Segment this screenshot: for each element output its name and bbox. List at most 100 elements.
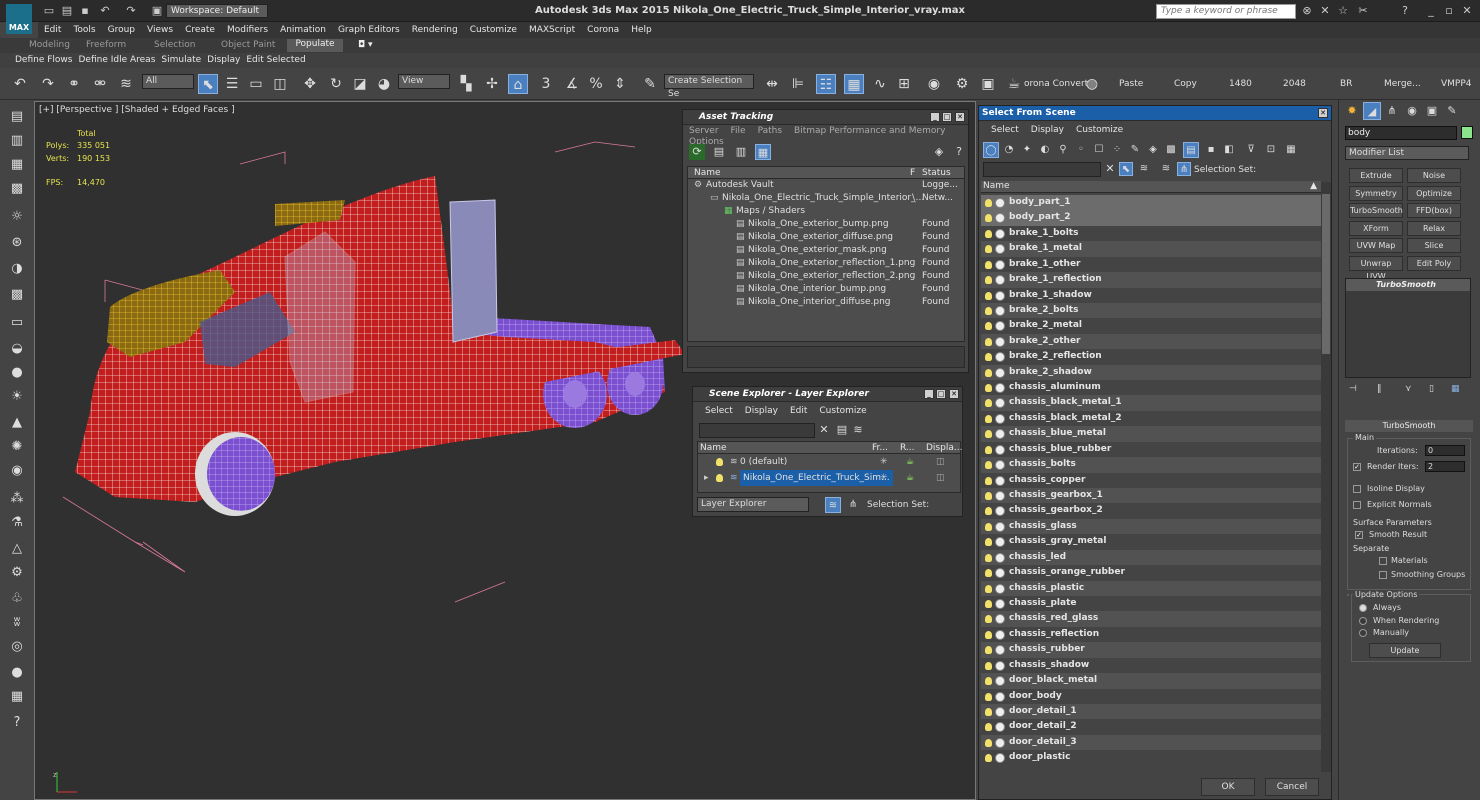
bulb-icon[interactable] bbox=[985, 199, 992, 207]
bulb-icon[interactable] bbox=[985, 384, 992, 393]
modifier-list-dropdown[interactable]: Modifier List bbox=[1345, 146, 1469, 160]
renderable-icon[interactable] bbox=[995, 213, 1005, 224]
modifier-button-optimize[interactable]: Optimize bbox=[1407, 185, 1461, 201]
bulb-icon[interactable] bbox=[985, 492, 992, 501]
minimize-icon[interactable]: _ bbox=[930, 112, 940, 122]
bulb-icon[interactable] bbox=[985, 630, 992, 639]
object-row[interactable]: chassis_orange_rubber bbox=[981, 565, 1321, 580]
display-frozen-icon[interactable]: ▩ bbox=[1163, 142, 1179, 158]
close-icon[interactable]: ✕ bbox=[1460, 4, 1474, 17]
tools-icon[interactable]: ✕ bbox=[1318, 4, 1332, 17]
edit-selected-button[interactable]: Edit Selected bbox=[243, 53, 308, 65]
col-f[interactable]: F bbox=[910, 168, 915, 178]
table-icon[interactable]: ▦ bbox=[8, 688, 26, 706]
menu-help[interactable]: Help bbox=[625, 22, 658, 35]
dynamics-icon[interactable]: ⚗ bbox=[8, 514, 26, 532]
object-row[interactable]: chassis_black_metal_1 bbox=[981, 395, 1321, 411]
bulb-icon[interactable] bbox=[985, 229, 992, 238]
when-rendering-radio[interactable] bbox=[1359, 617, 1367, 625]
asset-row[interactable]: ▭ Nikola_One_Electric_Truck_Simple_Interi… bbox=[688, 192, 964, 205]
renderable-icon[interactable] bbox=[995, 198, 1005, 208]
display-containers-icon[interactable]: ◈ bbox=[1145, 142, 1161, 158]
object-row[interactable]: chassis_blue_metal bbox=[981, 426, 1321, 442]
object-row[interactable]: chassis_gray_metal bbox=[981, 534, 1321, 549]
renderable-icon[interactable] bbox=[995, 367, 1005, 378]
menu-views[interactable]: Views bbox=[141, 22, 179, 35]
renderable-icon[interactable] bbox=[995, 660, 1005, 671]
object-row[interactable]: body_part_2 bbox=[981, 210, 1321, 226]
display-groups-icon[interactable]: ☐ bbox=[1091, 142, 1107, 158]
bulb-icon[interactable] bbox=[985, 692, 992, 701]
renderable-icon[interactable] bbox=[995, 352, 1005, 363]
schematic-view-icon[interactable]: ⊞ bbox=[894, 74, 914, 94]
bulb-icon[interactable] bbox=[985, 214, 992, 223]
renderable-icon[interactable] bbox=[995, 552, 1005, 563]
sphere-icon[interactable]: ● bbox=[8, 364, 26, 382]
select-from-scene-title[interactable]: Select From Scene ✕ bbox=[979, 106, 1331, 121]
display-invert-icon[interactable]: ◧ bbox=[1221, 142, 1237, 158]
percent-snap-icon[interactable]: % bbox=[586, 74, 606, 94]
bulb-icon[interactable] bbox=[985, 445, 992, 454]
menu-customize[interactable]: Customize bbox=[464, 22, 523, 35]
modifier-button-slice[interactable]: Slice bbox=[1407, 238, 1461, 253]
make-unique-icon[interactable]: ⋎ bbox=[1405, 384, 1412, 394]
bulb-icon[interactable] bbox=[985, 276, 992, 285]
asset-path-bar[interactable] bbox=[687, 346, 965, 368]
corona-icon[interactable]: ◍ bbox=[1082, 74, 1102, 94]
link-icon[interactable]: ⚭ bbox=[64, 74, 84, 94]
object-row[interactable]: door_black_metal bbox=[981, 673, 1321, 689]
sky-icon[interactable]: ◉ bbox=[8, 462, 26, 480]
named-selection-set-dropdown[interactable]: Create Selection Se bbox=[664, 74, 754, 99]
modifier-button-edit-poly[interactable]: Edit Poly bbox=[1407, 255, 1461, 271]
smoothing-groups-checkbox[interactable] bbox=[1379, 571, 1387, 579]
bulb-icon[interactable] bbox=[985, 707, 992, 716]
layer-explorer-icon[interactable]: ▥ bbox=[8, 132, 26, 150]
display-spacewarps-icon[interactable]: ◦ bbox=[1073, 142, 1089, 158]
bulb-icon[interactable] bbox=[985, 661, 992, 670]
undo-icon[interactable]: ↶ bbox=[10, 74, 30, 94]
audio-icon[interactable]: ◑ bbox=[8, 260, 26, 278]
object-row[interactable]: door_plastic bbox=[981, 750, 1321, 765]
renderable-icon[interactable] bbox=[995, 444, 1005, 455]
vault-icon[interactable]: ◈ bbox=[931, 144, 947, 160]
renderable-icon[interactable] bbox=[995, 275, 1005, 286]
filter-icon[interactable]: ≋ bbox=[851, 423, 865, 437]
find-case-icon[interactable]: ⬉ bbox=[1119, 162, 1133, 176]
renderable-icon[interactable] bbox=[995, 460, 1005, 471]
menu-maxscript[interactable]: MAXScript bbox=[523, 22, 581, 35]
open-icon[interactable]: ▤ bbox=[60, 4, 74, 17]
save-icon[interactable]: ▪ bbox=[78, 4, 92, 17]
object-list-scrollbar[interactable] bbox=[1321, 182, 1331, 772]
asset-row[interactable]: ▤ Nikola_One_interior_bump.png Found bbox=[688, 283, 964, 296]
help-icon[interactable]: ? bbox=[951, 144, 967, 160]
reference-coord-dropdown[interactable]: View bbox=[398, 74, 450, 89]
renderable-icon[interactable] bbox=[995, 506, 1005, 517]
select-object-icon[interactable]: ⬉ bbox=[198, 74, 218, 94]
render-iters-checkbox[interactable]: ✓ bbox=[1353, 463, 1361, 471]
bulb-icon[interactable] bbox=[985, 738, 992, 747]
modifier-button-symmetry[interactable]: Symmetry bbox=[1349, 185, 1403, 201]
renderable-icon[interactable] bbox=[995, 244, 1005, 255]
clear-search-icon[interactable]: ✕ bbox=[1103, 162, 1117, 176]
modifier-button-extrude[interactable]: Extrude bbox=[1349, 168, 1403, 183]
menu-group[interactable]: Group bbox=[102, 22, 141, 35]
menu-create[interactable]: Create bbox=[179, 22, 221, 35]
bulb-icon[interactable] bbox=[985, 615, 992, 624]
shape-icon[interactable]: ◎ bbox=[8, 638, 26, 656]
ribbon-options-icon[interactable]: ◘ ▾ bbox=[358, 40, 373, 50]
bulb-icon[interactable] bbox=[985, 353, 992, 362]
simulate-button[interactable]: Simulate bbox=[158, 53, 204, 65]
scene-explorer-search-input[interactable] bbox=[699, 423, 815, 438]
menu-animation[interactable]: Animation bbox=[274, 22, 332, 35]
select-by-name-icon[interactable]: ☰ bbox=[222, 74, 242, 94]
bulb-icon[interactable] bbox=[985, 260, 992, 269]
manipulate-icon[interactable]: ✢ bbox=[482, 74, 502, 94]
bulb-icon[interactable] bbox=[985, 430, 992, 439]
copy-button[interactable]: Copy bbox=[1174, 79, 1197, 89]
render-iters-spinner[interactable]: 2 bbox=[1425, 461, 1465, 472]
bulb-icon[interactable] bbox=[985, 414, 992, 423]
corona-convert-button[interactable]: orona Convert bbox=[1024, 79, 1088, 89]
select-place-icon[interactable]: ◕ bbox=[374, 74, 394, 94]
display-geometry-icon[interactable]: ◯ bbox=[983, 142, 999, 158]
layer-manager-icon[interactable]: ☷ bbox=[816, 74, 836, 94]
